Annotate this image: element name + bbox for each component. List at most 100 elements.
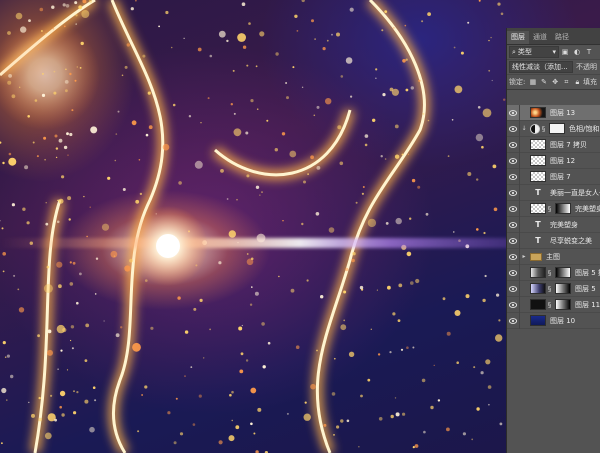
link-chain-icon[interactable]: § xyxy=(547,285,552,293)
sparkle-dot xyxy=(377,353,381,356)
layer-row[interactable]: 图层 7 xyxy=(507,168,600,185)
layer-name: 图层 5 拷 xyxy=(575,268,600,277)
link-chain-icon[interactable]: § xyxy=(547,269,552,277)
tab-channels[interactable]: 通道 xyxy=(529,31,551,44)
sparkle-dot xyxy=(54,418,57,422)
link-chain-icon[interactable]: § xyxy=(547,301,552,309)
visibility-eye-icon[interactable] xyxy=(507,184,520,201)
layer-row[interactable]: § 图层 11 xyxy=(507,296,600,313)
lock-transparency-icon[interactable]: ▦ xyxy=(529,78,537,86)
sparkle-dot xyxy=(245,359,249,362)
lock-all-icon[interactable]: 🔒︎ xyxy=(574,78,581,86)
sparkle-dot xyxy=(248,22,251,25)
type-filter-icon[interactable]: T xyxy=(585,48,593,56)
visibility-eye-icon[interactable] xyxy=(507,296,520,313)
sparkle-dot xyxy=(66,369,69,371)
sparkle-dot xyxy=(385,222,389,225)
tab-layers[interactable]: 图层 xyxy=(507,31,529,44)
sparkle-dot xyxy=(60,349,63,352)
layer-row[interactable]: § 图层 5 xyxy=(507,280,600,297)
tab-paths[interactable]: 路径 xyxy=(551,31,573,44)
visibility-eye-icon[interactable] xyxy=(507,104,520,121)
link-chain-icon[interactable]: § xyxy=(547,205,552,213)
sparkle-dot xyxy=(359,285,364,290)
sparkle-dot xyxy=(394,154,400,159)
sparkle-dot xyxy=(340,324,347,331)
visibility-eye-icon[interactable] xyxy=(507,200,520,217)
sparkle-dot xyxy=(194,160,203,169)
sparkle-dot xyxy=(218,30,226,38)
layer-name: 色相/饱和 xyxy=(569,124,600,133)
visibility-eye-icon[interactable] xyxy=(507,280,520,297)
visibility-eye-icon[interactable] xyxy=(507,136,520,153)
layer-row[interactable]: T 完美塑身 xyxy=(507,216,600,233)
sparkle-dot xyxy=(334,357,336,360)
sparkle-dot xyxy=(290,288,295,293)
sparkle-dot xyxy=(139,192,143,196)
blend-mode-dropdown[interactable]: 线性减淡（添加... xyxy=(509,61,573,73)
sparkle-dot xyxy=(37,48,40,51)
layer-row[interactable]: 图层 10 xyxy=(507,312,600,329)
sparkle-dot xyxy=(442,297,446,301)
sparkle-dot xyxy=(421,20,424,23)
sparkle-dot xyxy=(451,119,454,121)
layer-row[interactable]: § 完美塑身 xyxy=(507,200,600,217)
visibility-eye-icon[interactable] xyxy=(507,152,520,169)
sparkle-dot xyxy=(56,324,66,334)
layer-row[interactable]: 图层 13 xyxy=(507,104,600,121)
layer-row[interactable]: ▸ 主图 xyxy=(507,248,600,265)
lock-position-icon[interactable]: ✥ xyxy=(552,78,559,86)
layer-row[interactable]: 图层 7 拷贝 xyxy=(507,136,600,153)
layer-mask-thumbnail[interactable] xyxy=(555,203,571,214)
visibility-eye-icon[interactable] xyxy=(507,264,520,281)
fill-label: 填充 xyxy=(582,78,597,86)
sparkle-dot xyxy=(476,228,479,231)
sparkle-dot xyxy=(425,212,429,216)
sparkle-dot xyxy=(120,326,123,329)
link-chain-icon[interactable]: § xyxy=(541,125,546,133)
lock-pixels-icon[interactable]: ✎ xyxy=(540,78,547,86)
sparkle-dot xyxy=(398,283,403,288)
layer-row[interactable]: ↓ § 色相/饱和 xyxy=(507,120,600,137)
sparkle-dot xyxy=(375,68,378,71)
sparkle-dot xyxy=(184,330,189,334)
visibility-eye-icon[interactable] xyxy=(507,312,520,329)
visibility-eye-icon[interactable] xyxy=(507,216,520,233)
layer-row[interactable]: T 美丽一直是女人一 xyxy=(507,184,600,201)
sparkle-dot xyxy=(92,386,96,390)
sparkle-dot xyxy=(107,176,111,180)
sparkle-dot xyxy=(336,32,340,37)
sparkle-dot xyxy=(404,24,407,27)
sparkle-dot xyxy=(496,293,500,297)
visibility-eye-icon[interactable] xyxy=(507,232,520,249)
sparkle-dot xyxy=(24,165,29,170)
layer-row[interactable]: § 图层 5 拷 xyxy=(507,264,600,281)
visibility-eye-icon[interactable] xyxy=(507,168,520,185)
visibility-eye-icon[interactable] xyxy=(507,120,520,137)
adjustment-filter-icon[interactable]: ◐ xyxy=(573,48,581,56)
layer-mask-thumbnail[interactable] xyxy=(555,283,571,294)
visibility-eye-icon[interactable] xyxy=(507,248,520,265)
layer-thumbnail xyxy=(530,299,546,310)
lock-artboard-icon[interactable]: ⌗ xyxy=(563,78,570,86)
sparkle-dot xyxy=(121,74,124,77)
layer-mask-thumbnail[interactable] xyxy=(549,123,565,134)
filter-kind-dropdown[interactable]: ⌕ 类型 ▾ xyxy=(509,46,559,58)
sparkle-dot xyxy=(304,401,307,404)
sparkle-dot xyxy=(346,419,350,423)
image-filter-icon[interactable]: ▣ xyxy=(561,48,569,56)
sparkle-dot xyxy=(343,290,347,294)
layers-panel: 图层 通道 路径 ⌕ 类型 ▾ ▣ ◐ T 线性减淡（添加... 不透明 锁定:… xyxy=(506,28,600,453)
sparkle-dot xyxy=(322,47,326,51)
layer-row[interactable]: T 尽享蜕变之美 xyxy=(507,232,600,249)
layer-mask-thumbnail[interactable] xyxy=(555,267,571,278)
sparkle-dot xyxy=(306,279,309,282)
sparkle-dot xyxy=(402,59,406,63)
sparkle-dot xyxy=(147,91,151,95)
sparkle-dot xyxy=(7,80,12,85)
layer-row[interactable]: 图层 12 xyxy=(507,152,600,169)
type-layer-icon: T xyxy=(535,236,541,245)
sparkle-dot xyxy=(165,10,169,15)
layer-mask-thumbnail[interactable] xyxy=(555,299,571,310)
sparkle-dot xyxy=(331,392,336,396)
